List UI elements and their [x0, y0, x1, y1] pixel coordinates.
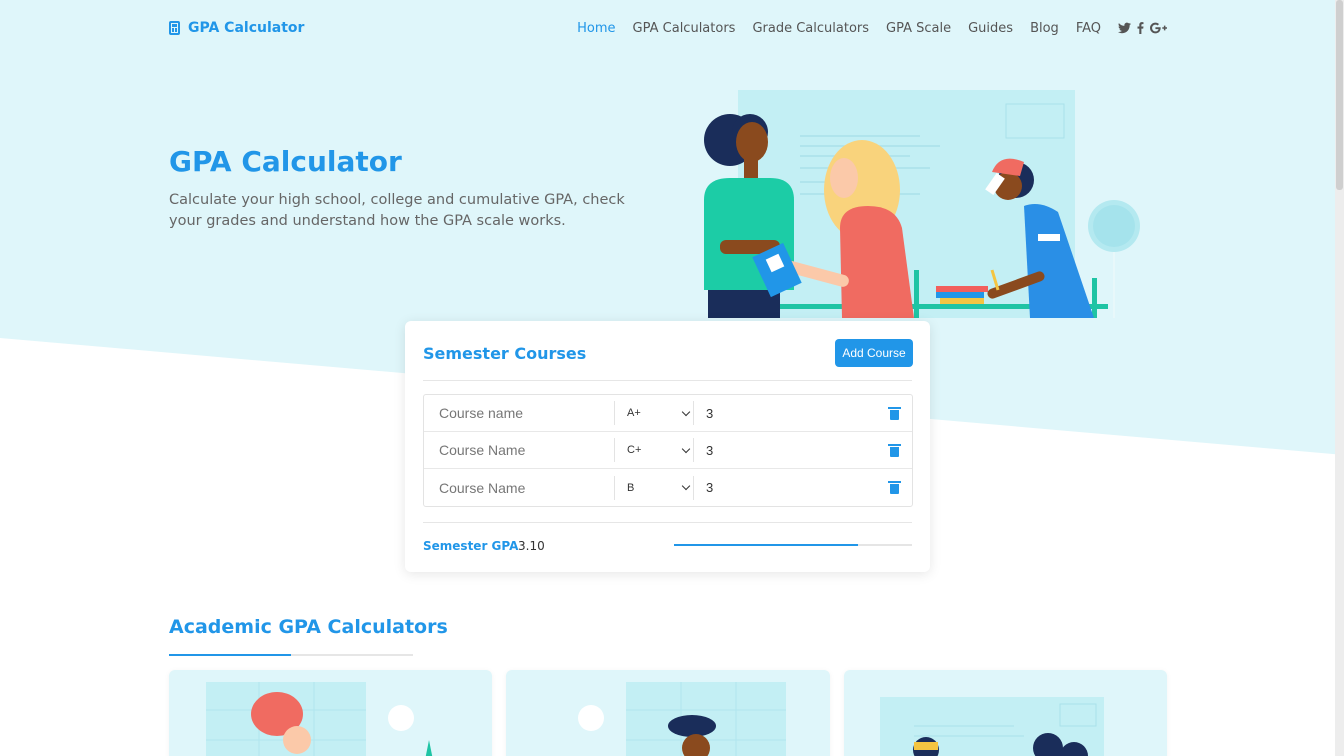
- nav-gpa-calculators[interactable]: GPA Calculators: [633, 21, 736, 36]
- hero-title: GPA Calculator: [169, 145, 402, 178]
- calculator-tile[interactable]: [169, 670, 493, 756]
- calculator-tile[interactable]: [843, 670, 1167, 756]
- section-underline: [169, 654, 413, 656]
- facebook-icon[interactable]: [1137, 22, 1144, 34]
- trash-icon: [887, 406, 901, 420]
- section-underline-accent: [169, 654, 291, 656]
- grade-select[interactable]: B: [614, 475, 694, 500]
- card-divider: [423, 380, 912, 381]
- delete-course-button[interactable]: [876, 481, 912, 494]
- gpa-progress-bar: [674, 544, 912, 546]
- google-plus-icon[interactable]: [1150, 22, 1167, 34]
- grade-value: A+: [627, 407, 641, 419]
- grade-value: C+: [627, 444, 642, 456]
- course-name-input[interactable]: Course Name: [424, 442, 614, 458]
- semester-card: Semester Courses Add Course Course name …: [405, 321, 930, 572]
- section-title: Academic GPA Calculators: [169, 616, 448, 638]
- trash-icon: [887, 481, 901, 494]
- semester-gpa-value: 3.10: [518, 539, 545, 553]
- nav-guides[interactable]: Guides: [968, 21, 1013, 36]
- add-course-button[interactable]: Add Course: [835, 339, 913, 367]
- nav-gpa-scale[interactable]: GPA Scale: [886, 21, 951, 36]
- chevron-down-icon: [681, 407, 691, 416]
- social-links: [1118, 22, 1167, 34]
- twitter-icon[interactable]: [1118, 22, 1131, 34]
- brand-name: GPA Calculator: [188, 20, 305, 36]
- delete-course-button[interactable]: [876, 443, 912, 457]
- nav-home[interactable]: Home: [577, 21, 615, 36]
- tile-illustration: [206, 682, 433, 756]
- semester-gpa-label: Semester GPA: [423, 539, 519, 553]
- scrollbar[interactable]: [1335, 0, 1344, 756]
- main-menu: Home GPA Calculators Grade Calculators G…: [577, 21, 1167, 36]
- brand-logo[interactable]: GPA Calculator: [169, 20, 304, 36]
- course-name-input[interactable]: Course Name: [424, 480, 614, 496]
- nav-faq[interactable]: FAQ: [1076, 21, 1101, 36]
- delete-course-button[interactable]: [876, 406, 912, 420]
- students-illustration: [704, 90, 1140, 318]
- course-row: Course Name C+ 3: [424, 432, 912, 469]
- grade-select[interactable]: A+: [614, 401, 694, 425]
- grade-value: B: [627, 481, 635, 494]
- nav-grade-calculators[interactable]: Grade Calculators: [752, 21, 869, 36]
- chevron-down-icon: [681, 481, 691, 491]
- chevron-down-icon: [681, 444, 691, 453]
- tile-illustration: [879, 697, 1104, 756]
- credits-input[interactable]: 3: [694, 406, 876, 421]
- course-row: Course Name B 3: [424, 469, 912, 506]
- scrollbar-thumb[interactable]: [1336, 0, 1343, 190]
- nav-blog[interactable]: Blog: [1030, 21, 1059, 36]
- calculator-tile[interactable]: [506, 670, 830, 756]
- semester-courses-title: Semester Courses: [423, 344, 587, 363]
- tile-illustration: [578, 682, 787, 756]
- trash-icon: [887, 443, 901, 457]
- course-row: Course name A+ 3: [424, 395, 912, 432]
- card-divider: [423, 522, 912, 523]
- course-name-input[interactable]: Course name: [424, 405, 614, 421]
- credits-input[interactable]: 3: [694, 443, 876, 458]
- course-list: Course name A+ 3 Course Name C+ 3 Course…: [423, 394, 913, 507]
- gpa-progress-fill: [674, 544, 859, 546]
- grade-select[interactable]: C+: [614, 438, 694, 462]
- top-nav: GPA Calculator Home GPA Calculators Grad…: [169, 14, 1167, 42]
- credits-input[interactable]: 3: [694, 480, 876, 495]
- calculator-tiles: [169, 670, 1167, 756]
- calculator-icon: [169, 21, 180, 35]
- hero-description: Calculate your high school, college and …: [169, 192, 625, 229]
